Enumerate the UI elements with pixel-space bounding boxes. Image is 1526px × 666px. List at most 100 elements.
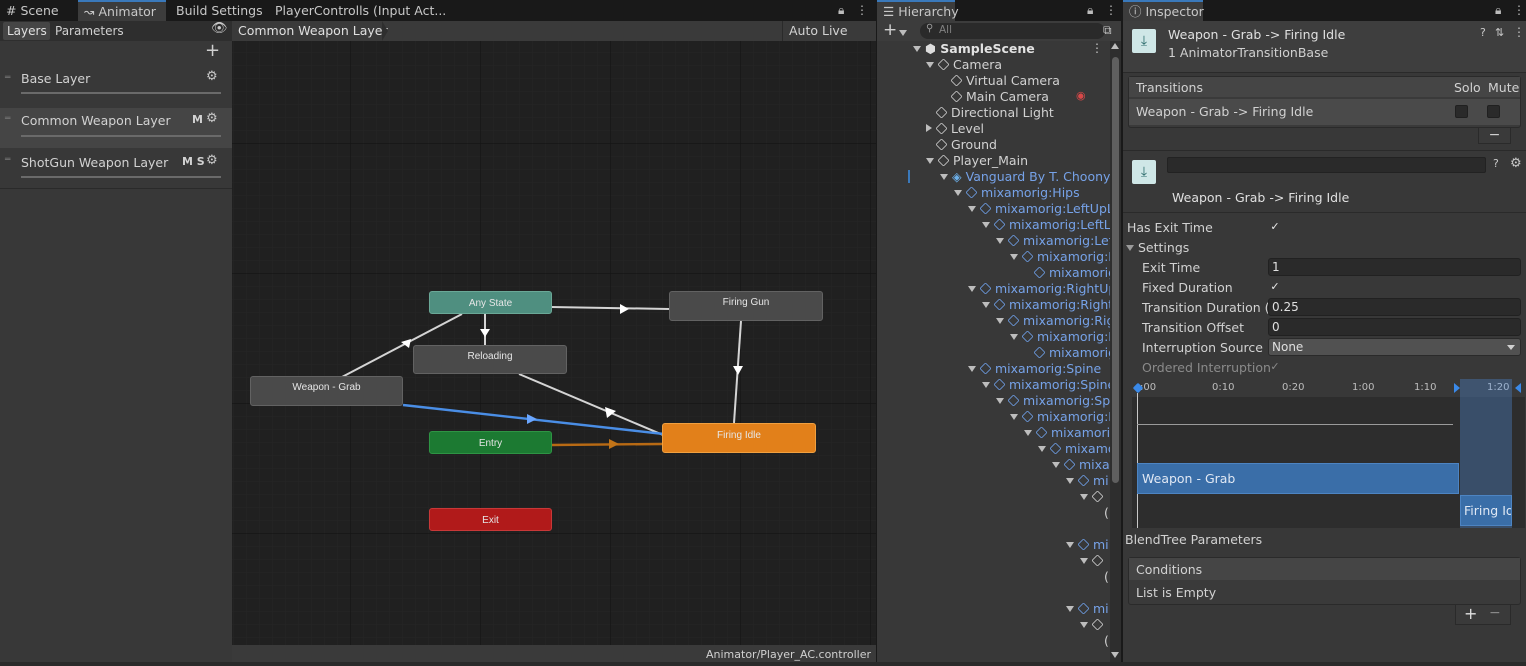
tab-player-controls[interactable]: PlayerControlls (Input Act...: [269, 0, 446, 21]
hierarchy-item[interactable]: mixamorig:Spi: [996, 393, 1110, 409]
remove-transition-button[interactable]: −: [1478, 128, 1511, 144]
hierarchy-item[interactable]: Main Camera: [951, 89, 1049, 105]
hierarchy-item[interactable]: mi: [1066, 537, 1110, 553]
tab-scene[interactable]: # Scene: [0, 0, 72, 21]
state-weapon-grab[interactable]: Weapon - Grab: [250, 376, 403, 406]
tab-layers[interactable]: Layers: [3, 22, 50, 40]
splitter[interactable]: [876, 0, 877, 666]
lock-icon[interactable]: 🔒︎: [838, 3, 844, 18]
hierarchy-item[interactable]: [1080, 553, 1110, 569]
more-icon[interactable]: ⋮: [1513, 25, 1525, 39]
hierarchy-item[interactable]: mixamorig:Spine: [968, 361, 1110, 377]
scroll-up-icon[interactable]: [1111, 43, 1119, 49]
weight-slider[interactable]: [21, 135, 221, 137]
hierarchy-item[interactable]: mixamorig:LeftLe: [982, 217, 1110, 233]
hierarchy-item[interactable]: Level: [926, 121, 984, 137]
hierarchy-item[interactable]: mixamo: [1038, 441, 1110, 457]
chevron-down-icon[interactable]: [899, 26, 911, 40]
mute-checkbox[interactable]: [1487, 105, 1500, 118]
settings-foldout[interactable]: Settings: [1126, 240, 1189, 255]
hierarchy-item[interactable]: mixamorig:Spine1: [982, 377, 1110, 393]
tab-inspector[interactable]: ⓘ Inspector: [1123, 0, 1204, 21]
clip-weapon-grab[interactable]: Weapon - Grab: [1137, 463, 1459, 494]
scroll-down-icon[interactable]: [1111, 652, 1119, 658]
transition-item[interactable]: Weapon - Grab -> Firing Idle: [1129, 99, 1520, 125]
ordered-interruption-checkbox[interactable]: ✓: [1269, 361, 1281, 373]
transition-duration-field[interactable]: 0.25: [1268, 298, 1521, 316]
splitter[interactable]: [1121, 0, 1123, 666]
auto-live-link-button[interactable]: Auto Live Link: [782, 21, 876, 58]
transition-start-handle-icon[interactable]: [1454, 383, 1460, 393]
hierarchy-item[interactable]: mixa: [1052, 457, 1110, 473]
tab-animator[interactable]: ↝ Animator: [78, 0, 166, 21]
layer-item-shotgun-weapon[interactable]: ═ ShotGun Weapon Layer M S ⚙: [0, 149, 232, 189]
animator-graph[interactable]: Common Weapon Layer Auto Live Link: [232, 21, 876, 666]
hierarchy-item[interactable]: mi: [1066, 473, 1110, 489]
hierarchy-item[interactable]: Virtual Camera: [951, 73, 1060, 89]
weight-slider[interactable]: [21, 176, 221, 178]
remove-condition-button[interactable]: −: [1489, 605, 1501, 621]
drag-handle-icon[interactable]: ═: [5, 155, 10, 165]
hierarchy-item[interactable]: mixamorig:: [1034, 265, 1110, 281]
layer-item-base[interactable]: ═ Base Layer ⚙: [0, 67, 232, 107]
hierarchy-item[interactable]: mixamorig:Righ: [996, 313, 1110, 329]
state-entry[interactable]: Entry: [429, 431, 552, 454]
exit-time-field[interactable]: 1: [1268, 258, 1521, 276]
help-icon[interactable]: ?: [1493, 157, 1499, 170]
hierarchy-item[interactable]: ◈ Vanguard By T. Choonyu: [940, 169, 1110, 185]
hierarchy-item[interactable]: Player_Main: [926, 153, 1028, 169]
presets-icon[interactable]: ⇅: [1495, 26, 1504, 39]
gear-icon[interactable]: ⚙: [1510, 156, 1522, 171]
hierarchy-item[interactable]: mixamorig:RightUpLe: [968, 281, 1110, 297]
scrollbar-thumb[interactable]: [1112, 57, 1119, 483]
state-firing-gun[interactable]: Firing Gun: [669, 291, 823, 321]
more-icon[interactable]: ⋮: [856, 3, 868, 17]
has-exit-time-checkbox[interactable]: ✓: [1269, 221, 1281, 233]
clip-firing-idle[interactable]: Firing Idl: [1460, 495, 1512, 526]
hierarchy-item[interactable]: mixamorig:Le: [1010, 249, 1110, 265]
fixed-duration-checkbox[interactable]: ✓: [1269, 281, 1281, 293]
gear-icon[interactable]: ⚙: [206, 153, 218, 168]
chevron-down-icon[interactable]: [913, 46, 921, 52]
hierarchy-item[interactable]: mixamorig: [1034, 345, 1110, 361]
search-input[interactable]: ⚲ All: [920, 23, 1105, 39]
hierarchy-item[interactable]: mixamorig:LeftUpLe: [968, 201, 1110, 217]
state-any-state[interactable]: Any State: [429, 291, 552, 314]
add-object-icon[interactable]: +: [883, 20, 897, 40]
gear-icon[interactable]: ⚙: [206, 69, 218, 84]
drag-handle-icon[interactable]: ═: [5, 114, 10, 124]
scene-menu-icon[interactable]: ⋮: [1091, 41, 1103, 55]
hierarchy-item[interactable]: mixamorig:Le: [1010, 409, 1110, 425]
transition-timeline[interactable]: :00 0:10 0:20 1:00 1:10 1:20 Weapon - Gr…: [1132, 379, 1525, 528]
hierarchy-item[interactable]: mixamorig:R: [1010, 329, 1110, 345]
state-firing-idle[interactable]: Firing Idle: [662, 423, 816, 453]
layer-item-common-weapon[interactable]: ═ Common Weapon Layer M ⚙: [0, 108, 232, 148]
lock-icon[interactable]: 🔒︎: [1087, 3, 1093, 18]
weight-slider[interactable]: [21, 92, 221, 94]
hierarchy-item[interactable]: mixamorig: [1024, 425, 1110, 441]
tab-build-settings[interactable]: Build Settings: [170, 0, 263, 21]
gear-icon[interactable]: ⚙: [206, 111, 218, 126]
tab-parameters[interactable]: Parameters: [55, 22, 124, 40]
breadcrumb[interactable]: Common Weapon Layer: [238, 23, 388, 38]
hierarchy-item[interactable]: Ground: [936, 137, 997, 153]
hierarchy-item[interactable]: Directional Light: [936, 105, 1054, 121]
interruption-source-dropdown[interactable]: None: [1268, 338, 1521, 356]
add-condition-button[interactable]: +: [1464, 604, 1477, 623]
hierarchy-item[interactable]: mixamorig:Left: [996, 233, 1110, 249]
visibility-eye-icon[interactable]: 👁︎: [211, 21, 228, 36]
tab-hierarchy[interactable]: ☰ Hierarchy: [877, 0, 959, 21]
more-icon[interactable]: ⋮: [1513, 3, 1525, 17]
drag-handle-icon[interactable]: ═: [5, 73, 10, 83]
scene-search-icon[interactable]: ⧉: [1103, 23, 1112, 38]
hierarchy-item[interactable]: mi: [1066, 601, 1110, 617]
lock-icon[interactable]: 🔒︎: [1495, 3, 1501, 18]
transition-offset-field[interactable]: 0: [1268, 318, 1521, 336]
hierarchy-scrollbar[interactable]: [1110, 41, 1121, 666]
transition-name-input[interactable]: [1167, 157, 1486, 173]
state-exit[interactable]: Exit: [429, 508, 552, 531]
hierarchy-item[interactable]: [1080, 617, 1110, 633]
state-reloading[interactable]: Reloading: [413, 345, 567, 374]
add-layer-icon[interactable]: +: [205, 40, 220, 61]
hierarchy-item[interactable]: Camera: [926, 57, 1002, 73]
